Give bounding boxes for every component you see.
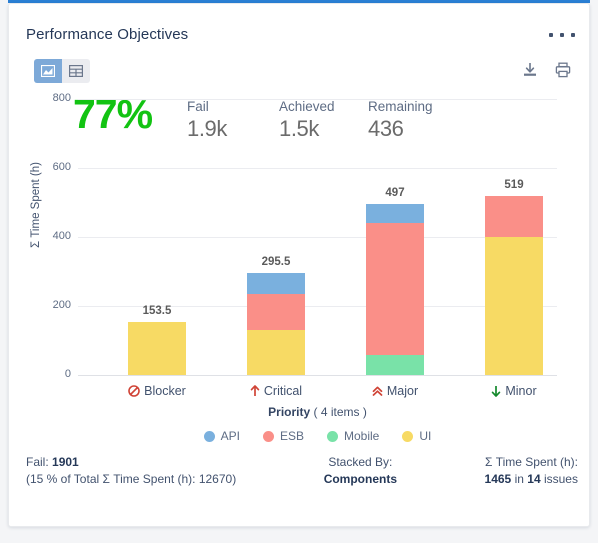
bar-segment-api[interactable]	[366, 203, 424, 224]
bar-segment-ui[interactable]	[128, 322, 186, 375]
footer-time-mid: in	[514, 472, 524, 486]
x-axis-title-text: Priority	[268, 405, 311, 419]
critical-icon	[250, 385, 260, 397]
card-footer: Fail: 1901 (15 % of Total Σ Time Spent (…	[26, 454, 578, 488]
y-axis-title: Σ Time Spent (h)	[30, 162, 42, 248]
bar-segment-api[interactable]	[247, 273, 305, 294]
bar-segment-ui[interactable]	[247, 329, 305, 375]
dot-icon	[560, 33, 564, 37]
tab-chart-view[interactable]	[34, 59, 62, 83]
dot-icon	[549, 33, 553, 37]
kpi-remaining: Remaining 436	[368, 99, 433, 142]
tab-table-view[interactable]	[62, 59, 90, 83]
legend-color-dot	[327, 430, 338, 442]
legend-label: UI	[419, 429, 432, 443]
y-axis-tick: 800	[52, 92, 71, 104]
x-axis-label-critical[interactable]: Critical	[216, 384, 336, 398]
kpi-value: 1.9k	[187, 116, 227, 141]
bar-total-label: 497	[385, 186, 405, 199]
footer-issue-count: 14	[527, 472, 541, 486]
legend-label: Mobile	[344, 429, 380, 443]
x-axis-title: Priority ( 4 items )	[78, 405, 557, 419]
legend-color-dot	[203, 430, 215, 442]
more-options-button[interactable]	[549, 27, 575, 43]
x-axis-label-text: Minor	[505, 384, 537, 398]
footer-left: Fail: 1901 (15 % of Total Σ Time Spent (…	[26, 454, 236, 488]
x-axis-label-minor[interactable]: Minor	[454, 384, 574, 398]
bar-total-label: 153.5	[142, 305, 172, 318]
bar-chart: Σ Time Spent (h) 0 200 400 600 800 153.5 295.…	[9, 4, 591, 528]
y-axis-tick: 200	[52, 299, 71, 311]
kpi-value: 436	[368, 116, 404, 141]
footer-fail-label: Fail:	[26, 455, 49, 469]
major-icon	[372, 385, 383, 397]
kpi-label: Remaining	[368, 99, 433, 114]
x-axis-label-text: Blocker	[144, 384, 186, 398]
kpi-percent: 77%	[73, 91, 153, 137]
kpi-strip: 77% Fail 1.9k Achieved 1.5k Remaining 43…	[73, 91, 493, 146]
footer-fail-value: 1901	[52, 455, 79, 469]
footer-fail-line: Fail: 1901	[26, 454, 236, 471]
footer-time-value: 1465 in 14 issues	[485, 471, 578, 488]
bar-column-major[interactable]	[366, 203, 424, 375]
table-icon	[69, 65, 83, 77]
bar-segment-esb[interactable]	[247, 293, 305, 330]
footer-stacked-by-label: Stacked By:	[328, 455, 393, 469]
footer-issue-word: issues	[543, 472, 578, 486]
blocker-icon	[128, 385, 140, 397]
performance-objectives-card: Performance Objectives 77% Fail 1.9k Ach…	[8, 3, 590, 527]
footer-stacked-by-text: Components	[323, 472, 398, 486]
x-axis-label-blocker[interactable]: Blocker	[97, 384, 217, 398]
legend-item-api[interactable]: API	[203, 429, 240, 443]
bar-column-critical[interactable]	[247, 273, 305, 375]
kpi-fail: Fail 1.9k	[187, 99, 227, 142]
print-icon[interactable]	[555, 62, 571, 78]
legend-item-esb[interactable]: ESB	[262, 429, 304, 443]
footer-right: Σ Time Spent (h): 1465 in 14 issues	[485, 454, 578, 488]
x-axis-item-count: ( 4 items )	[313, 405, 367, 419]
gridline	[78, 375, 557, 376]
legend-item-mobile[interactable]: Mobile	[327, 429, 379, 443]
bar-segment-mobile[interactable]	[366, 355, 424, 375]
footer-time-label: Σ Time Spent (h):	[484, 455, 578, 469]
bar-column-minor[interactable]	[485, 195, 543, 375]
x-axis-label-text: Major	[386, 384, 419, 398]
kpi-achieved: Achieved 1.5k	[279, 99, 335, 142]
gridline	[78, 168, 557, 169]
y-axis-tick: 400	[52, 230, 71, 242]
view-toggle-group	[34, 59, 90, 83]
legend-color-dot	[262, 430, 274, 442]
page-title: Performance Objectives	[26, 26, 189, 43]
legend-label: ESB	[279, 429, 304, 443]
card-actions	[522, 62, 571, 78]
bar-segment-esb[interactable]	[366, 223, 424, 356]
kpi-label: Fail	[187, 99, 209, 114]
chart-legend: API ESB Mobile UI	[78, 429, 557, 443]
footer-time-hours: 1465	[484, 472, 512, 486]
gridline	[78, 306, 557, 307]
footer-stacked-by-value: Components	[324, 471, 397, 488]
kpi-label: Achieved	[279, 99, 335, 114]
bar-segment-esb[interactable]	[485, 195, 543, 237]
dot-icon	[571, 33, 575, 37]
legend-color-dot	[402, 430, 414, 442]
kpi-value: 1.5k	[279, 116, 319, 141]
minor-icon	[491, 385, 501, 397]
x-axis-label-text: Critical	[263, 384, 303, 398]
download-icon[interactable]	[522, 62, 538, 78]
dashboard-gadget-root: Performance Objectives 77% Fail 1.9k Ach…	[0, 0, 598, 543]
footer-fail-percent: (15 % of Total Σ Time Spent (h): 12670)	[26, 472, 237, 486]
legend-label: API	[220, 429, 240, 443]
gridline	[78, 237, 557, 238]
y-axis-tick: 0	[64, 368, 71, 380]
y-axis-tick: 600	[52, 161, 71, 173]
bar-segment-ui[interactable]	[485, 237, 543, 375]
footer-center: Stacked By: Components	[324, 454, 397, 488]
bar-total-label: 519	[504, 178, 524, 191]
legend-item-ui[interactable]: UI	[402, 429, 431, 443]
bar-total-label: 295.5	[261, 256, 291, 269]
bar-column-blocker[interactable]	[128, 322, 186, 375]
area-chart-icon	[41, 65, 55, 77]
x-axis-label-major[interactable]: Major	[335, 384, 455, 398]
